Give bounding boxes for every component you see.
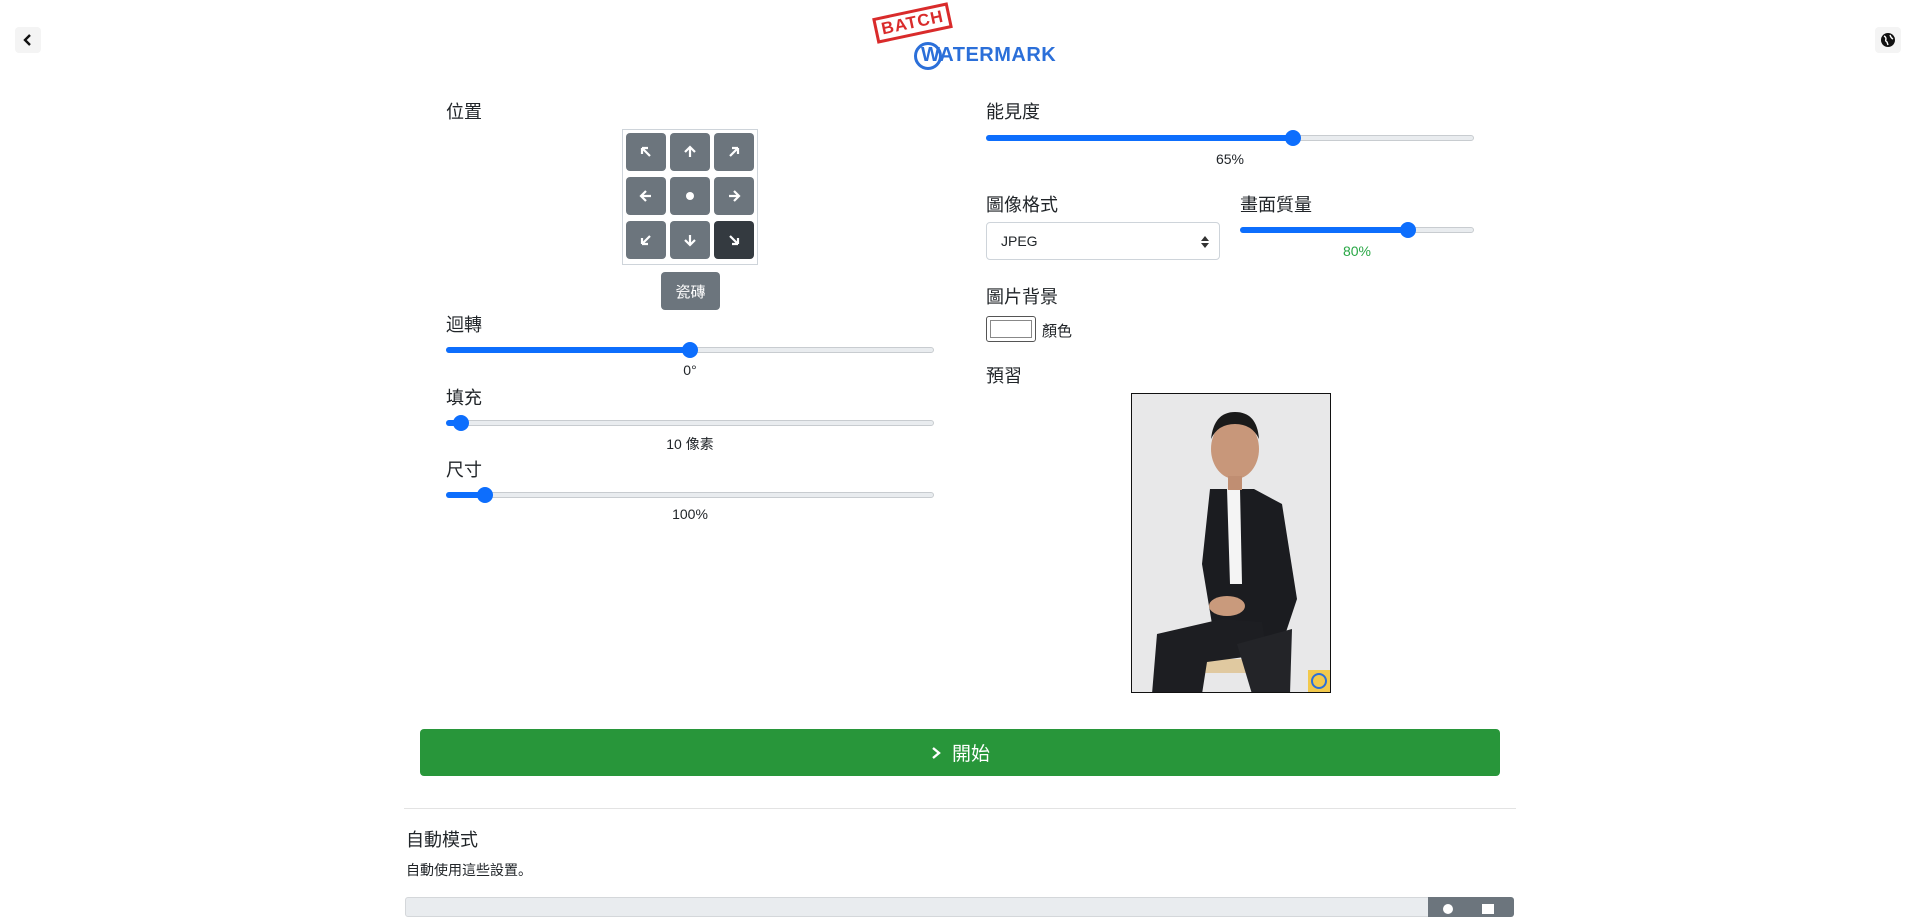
position-bottom-button[interactable] — [670, 221, 710, 259]
tile-button[interactable]: 瓷磚 — [661, 272, 720, 310]
position-top-button[interactable] — [670, 133, 710, 171]
language-button[interactable] — [1875, 27, 1901, 53]
size-slider[interactable] — [446, 484, 934, 504]
quality-label: 畫面質量 — [1240, 195, 1312, 215]
arrow-left-icon — [639, 190, 651, 202]
arrow-down-icon — [684, 235, 696, 247]
background-color-label: 顏色 — [1042, 323, 1073, 340]
quality-slider-thumb[interactable] — [1400, 222, 1417, 238]
quality-slider[interactable] — [1240, 219, 1474, 239]
folder-icon — [1482, 904, 1494, 914]
chevron-right-icon — [932, 746, 941, 759]
rotation-value: 0° — [683, 362, 697, 378]
back-button[interactable] — [15, 27, 41, 53]
arrow-right-icon — [729, 190, 741, 202]
quality-value: 80% — [1342, 243, 1372, 259]
settings-icon — [1443, 904, 1453, 914]
logo-batch-stamp: BATCH — [872, 2, 954, 44]
arrow-up-icon — [684, 145, 696, 157]
background-color-picker[interactable] — [986, 316, 1036, 342]
visibility-slider-thumb[interactable] — [1285, 130, 1302, 146]
start-button[interactable]: 開始 — [420, 729, 1500, 776]
background-label: 圖片背景 — [986, 287, 1058, 307]
image-format-select[interactable]: JPEG — [986, 222, 1220, 260]
arrow-down-left-icon — [640, 235, 651, 246]
padding-slider-thumb[interactable] — [452, 415, 469, 431]
position-left-button[interactable] — [626, 177, 666, 215]
select-arrows-icon — [1201, 236, 1209, 248]
position-grid — [622, 129, 758, 265]
arrow-up-left-icon — [640, 146, 651, 157]
visibility-label: 能見度 — [986, 102, 1040, 122]
preview-photo — [1132, 394, 1330, 692]
auto-mode-folder-input[interactable] — [405, 897, 1429, 917]
background-color-swatch — [990, 320, 1032, 338]
start-button-label: 開始 — [951, 744, 990, 765]
rotation-slider-fill — [446, 347, 690, 353]
position-center-button[interactable] — [670, 177, 710, 215]
auto-mode-description: 自動使用這些設置。 — [406, 862, 532, 878]
rotation-slider[interactable] — [446, 339, 934, 359]
logo-watermark-text: WATERMARK — [921, 44, 1057, 66]
chevron-left-icon — [23, 34, 31, 46]
padding-slider[interactable] — [446, 412, 934, 432]
rotation-slider-thumb[interactable] — [682, 342, 698, 358]
rotation-label: 迴轉 — [446, 315, 482, 335]
preview-label: 預習 — [986, 366, 1022, 386]
arrow-up-right-icon — [729, 146, 740, 157]
visibility-slider[interactable] — [986, 127, 1474, 147]
image-format-label: 圖像格式 — [986, 195, 1058, 215]
size-value: 100% — [672, 506, 708, 522]
app-logo: BATCH WATERMARK — [872, 2, 1057, 70]
dot-icon — [686, 192, 694, 200]
padding-label: 填充 — [446, 388, 482, 408]
globe-icon — [1881, 33, 1895, 47]
padding-value: 10 像素 — [666, 436, 714, 452]
position-label: 位置 — [446, 102, 482, 122]
visibility-value: 65% — [1215, 151, 1245, 167]
visibility-slider-fill — [986, 135, 1294, 141]
size-slider-thumb[interactable] — [477, 487, 494, 503]
position-bottom-left-button[interactable] — [626, 221, 666, 259]
position-top-left-button[interactable] — [626, 133, 666, 171]
arrow-down-right-icon — [729, 235, 740, 246]
position-right-button[interactable] — [714, 177, 754, 215]
section-divider — [404, 808, 1516, 809]
position-bottom-right-button[interactable] — [714, 221, 754, 259]
size-label: 尺寸 — [446, 460, 482, 480]
position-top-right-button[interactable] — [714, 133, 754, 171]
quality-slider-fill — [1240, 227, 1409, 233]
preview-image — [1131, 393, 1331, 693]
auto-mode-title: 自動模式 — [406, 830, 478, 850]
auto-mode-actions[interactable] — [1428, 897, 1514, 917]
image-format-selected: JPEG — [1001, 233, 1038, 249]
